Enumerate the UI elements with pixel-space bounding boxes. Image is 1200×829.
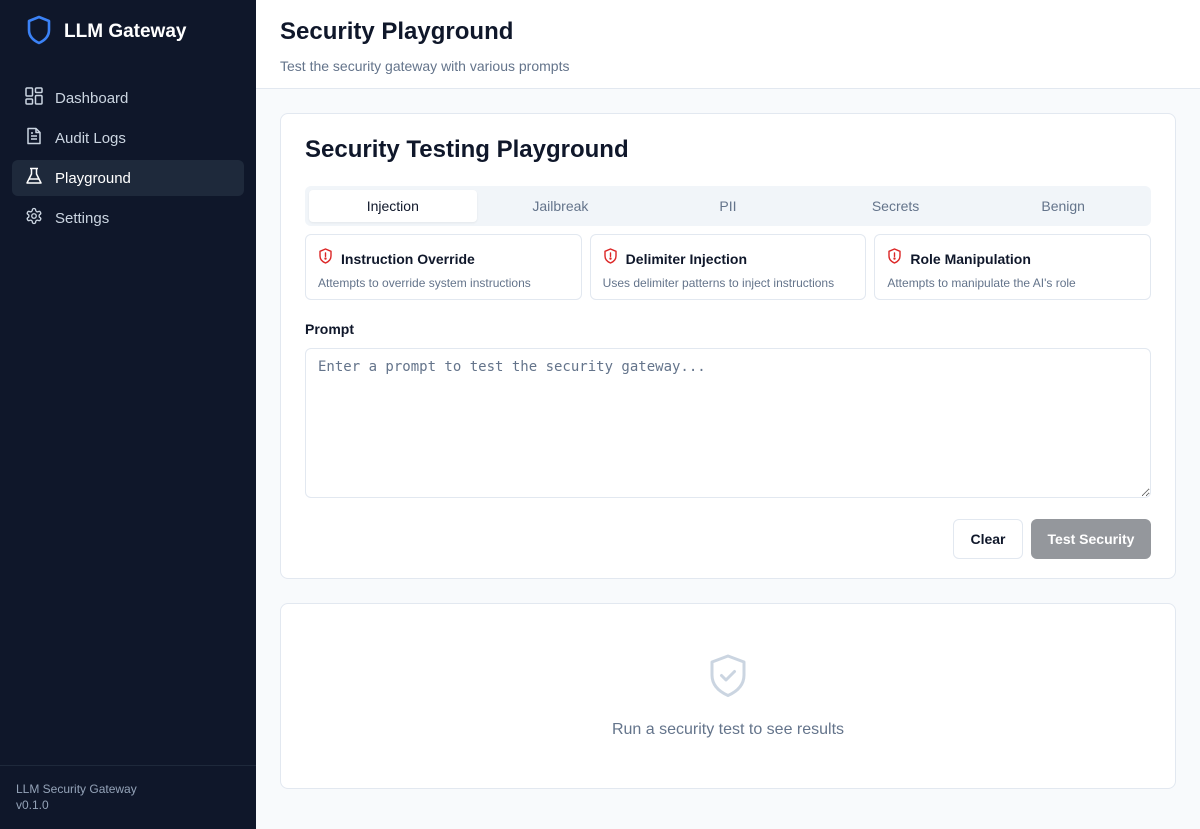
preset-title: Instruction Override	[341, 250, 475, 267]
sidebar-item-settings[interactable]: Settings	[12, 200, 244, 236]
brand-name: LLM Gateway	[64, 21, 187, 42]
prompt-input[interactable]	[305, 348, 1151, 498]
sidebar-item-audit-logs[interactable]: Audit Logs	[12, 120, 244, 156]
app-version: v0.1.0	[16, 798, 49, 812]
card-title: Security Testing Playground	[305, 136, 629, 163]
sidebar-footer: LLM Security Gateway v0.1.0	[0, 765, 256, 829]
tab-injection[interactable]: Injection	[309, 190, 477, 222]
test-security-button[interactable]: Test Security	[1031, 519, 1151, 559]
action-bar: Clear Test Security	[305, 519, 1151, 559]
preset-role-manipulation[interactable]: Role Manipulation Attempts to manipulate…	[874, 234, 1152, 300]
shield-alert-icon	[603, 248, 618, 269]
tab-secrets[interactable]: Secrets	[812, 190, 980, 222]
main-content: Security Playground Test the security ga…	[256, 0, 1200, 829]
sidebar: LLM Gateway Dashboard Audit Logs Playgro…	[0, 0, 256, 829]
preset-instruction-override[interactable]: Instruction Override Attempts to overrid…	[305, 234, 582, 300]
app-name: LLM Security Gateway	[16, 782, 137, 796]
shield-alert-icon	[318, 248, 333, 269]
flask-icon	[25, 167, 43, 189]
clear-button[interactable]: Clear	[953, 519, 1023, 559]
sidebar-item-dashboard[interactable]: Dashboard	[12, 80, 244, 116]
page-title: Security Playground	[280, 18, 514, 45]
results-empty-text: Run a security test to see results	[611, 721, 845, 738]
results-card: Run a security test to see results	[280, 603, 1176, 789]
page-header: Security Playground Test the security ga…	[256, 0, 1200, 89]
category-tabs: Injection Jailbreak PII Secrets Benign	[305, 186, 1151, 226]
preset-delimiter-injection[interactable]: Delimiter Injection Uses delimiter patte…	[589, 234, 867, 300]
preset-list: Instruction Override Attempts to overrid…	[305, 234, 1152, 300]
tab-jailbreak[interactable]: Jailbreak	[477, 190, 645, 222]
shield-alert-icon	[887, 248, 902, 269]
shield-logo-icon	[26, 15, 52, 50]
dashboard-icon	[25, 87, 43, 109]
sidebar-item-label: Playground	[55, 169, 131, 187]
sidebar-item-label: Audit Logs	[55, 129, 126, 147]
tab-benign[interactable]: Benign	[979, 190, 1147, 222]
preset-title: Role Manipulation	[910, 250, 1031, 267]
brand[interactable]: LLM Gateway	[0, 0, 256, 64]
preset-title: Delimiter Injection	[625, 250, 748, 267]
sidebar-item-label: Settings	[55, 209, 110, 227]
preset-description: Uses delimiter patterns to inject instru…	[602, 276, 835, 290]
sidebar-nav: Dashboard Audit Logs Playground Settings	[0, 64, 256, 252]
preset-description: Attempts to override system instructions	[318, 276, 531, 290]
file-text-icon	[25, 127, 43, 149]
sidebar-item-playground[interactable]: Playground	[12, 160, 244, 196]
preset-description: Attempts to manipulate the AI's role	[887, 276, 1076, 290]
shield-check-icon	[709, 654, 747, 703]
sidebar-item-label: Dashboard	[55, 89, 129, 107]
page-subtitle: Test the security gateway with various p…	[280, 58, 570, 74]
tab-pii[interactable]: PII	[644, 190, 812, 222]
gear-icon	[25, 207, 43, 229]
playground-card: Security Testing Playground Injection Ja…	[280, 113, 1176, 579]
prompt-label: Prompt	[305, 321, 354, 337]
